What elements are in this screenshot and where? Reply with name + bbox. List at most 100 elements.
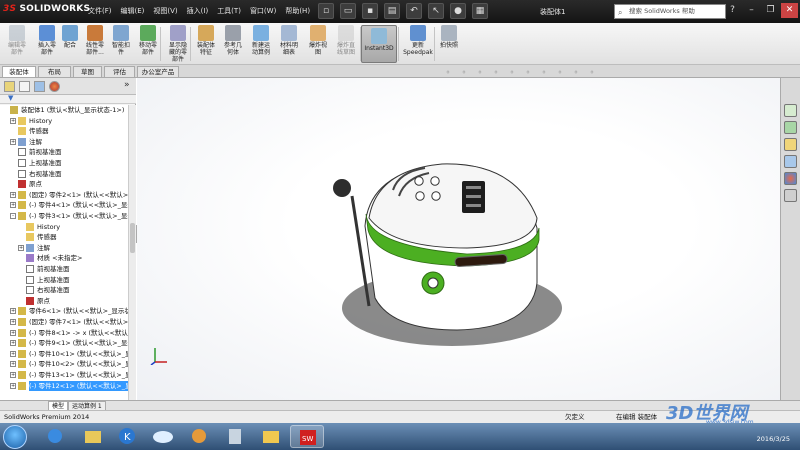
- tree-item[interactable]: + (固定) 零件7<1> (默认<<默认>_显示状态 1>): [0, 317, 128, 327]
- tree-item[interactable]: + (-) 零件12<1> (默认<<默认>_显示状态 1>): [0, 380, 128, 391]
- tree-expander-icon[interactable]: +: [10, 191, 16, 198]
- ribbon-button-12[interactable]: 爆炸直 线草图: [332, 25, 360, 56]
- menu-item-6[interactable]: 帮助(H): [285, 6, 310, 16]
- save-icon[interactable]: ▪: [362, 3, 378, 19]
- ribbon-button-9[interactable]: 新建运 动算例: [247, 25, 275, 56]
- command-tab-3[interactable]: 评估: [104, 66, 135, 77]
- tree-expander-icon[interactable]: +: [10, 350, 16, 357]
- rice-cooker-model[interactable]: [137, 78, 780, 400]
- minimize-button[interactable]: –: [743, 3, 760, 18]
- scrollbar-thumb[interactable]: [130, 223, 135, 253]
- tree-expander-icon[interactable]: -: [10, 213, 16, 219]
- taskbar-app-calculator-icon[interactable]: [218, 425, 252, 448]
- ribbon-button-11[interactable]: 爆炸视 图: [304, 25, 332, 56]
- solidworks-resources-icon[interactable]: [784, 104, 797, 117]
- display-style-icon[interactable]: ◦: [522, 68, 534, 78]
- tree-item[interactable]: 传感器: [0, 126, 128, 136]
- feature-manager-tab-icon[interactable]: [4, 81, 15, 92]
- tree-item[interactable]: + History: [0, 116, 128, 126]
- restore-button[interactable]: ❐: [762, 3, 779, 18]
- tree-item[interactable]: 前视基准面: [0, 264, 128, 274]
- tree-expander-icon[interactable]: +: [10, 202, 16, 209]
- ribbon-button-3[interactable]: 线性零 部件...: [82, 25, 108, 56]
- design-library-icon[interactable]: [784, 121, 797, 134]
- ribbon-button-0[interactable]: 编辑零 部件: [4, 25, 30, 56]
- menu-item-1[interactable]: 编辑(E): [121, 6, 145, 16]
- tree-item[interactable]: 前视基准面: [0, 147, 128, 157]
- tree-item[interactable]: + (固定) 零件2<1> (默认<<默认>_显示状态 1>): [0, 190, 128, 200]
- ribbon-button-4[interactable]: 智能扣 件: [108, 25, 134, 56]
- zoom-to-fit-icon[interactable]: ◦: [442, 68, 454, 78]
- tree-item[interactable]: 上视基准面: [0, 275, 128, 285]
- start-button[interactable]: [3, 425, 27, 449]
- new-document-icon[interactable]: ▫: [318, 3, 334, 19]
- undo-icon[interactable]: ↶: [406, 3, 422, 19]
- ribbon-button-14[interactable]: 更新 Speedpak: [401, 25, 435, 56]
- help-search-input[interactable]: ⌕ 搜索 SolidWorks 帮助: [614, 4, 726, 19]
- tree-expander-icon[interactable]: +: [10, 361, 16, 368]
- expand-panel-icon[interactable]: »: [124, 80, 130, 90]
- taskbar-app-ie-icon[interactable]: [38, 425, 72, 448]
- menu-item-3[interactable]: 插入(I): [187, 6, 209, 16]
- tree-expander-icon[interactable]: +: [18, 244, 24, 251]
- system-tray[interactable]: 2016/3/25: [757, 426, 790, 444]
- tree-expander-icon[interactable]: +: [10, 117, 16, 124]
- solidworks-logo[interactable]: 3S SOLIDWORKS: [3, 4, 90, 14]
- help-icon[interactable]: ?: [724, 3, 741, 18]
- custom-properties-icon[interactable]: [784, 189, 797, 202]
- tree-item[interactable]: + (-) 零件13<1> (默认<<默认>_显示状态 1>): [0, 370, 128, 380]
- ribbon-button-1[interactable]: 插入零 部件: [34, 25, 60, 56]
- configuration-manager-tab-icon[interactable]: [34, 81, 45, 92]
- file-explorer-icon[interactable]: [784, 138, 797, 151]
- tree-item[interactable]: 右视基准面: [0, 169, 128, 179]
- tree-item[interactable]: 传感器: [0, 232, 128, 242]
- menu-item-4[interactable]: 工具(T): [217, 6, 241, 16]
- ribbon-button-10[interactable]: 材料明 细表: [276, 25, 302, 56]
- taskbar-app-solidworks-icon[interactable]: SW: [290, 425, 324, 448]
- tree-item[interactable]: 右视基准面: [0, 285, 128, 295]
- taskbar-app-cloud-icon[interactable]: [146, 425, 180, 448]
- command-tab-1[interactable]: 布局: [38, 66, 71, 77]
- taskbar-app-paint-icon[interactable]: [182, 425, 216, 448]
- tree-item[interactable]: + (-) 零件9<1> (默认<<默认>_显示状态 1>): [0, 338, 128, 348]
- print-icon[interactable]: ▤: [384, 3, 400, 19]
- ribbon-button-5[interactable]: 移动零 部件: [135, 25, 161, 56]
- display-manager-tab-icon[interactable]: [49, 81, 60, 92]
- select-pointer-icon[interactable]: ↖: [428, 3, 444, 19]
- taskbar-app-folder-icon[interactable]: [254, 425, 288, 448]
- tree-item[interactable]: + 注解: [0, 137, 128, 147]
- taskbar-app-explorer-icon[interactable]: [76, 425, 110, 448]
- tree-item[interactable]: 装配体1 (默认<默认_显示状态-1>): [0, 105, 128, 115]
- ribbon-button-2[interactable]: 配合: [60, 25, 80, 49]
- tree-expander-icon[interactable]: +: [10, 340, 16, 347]
- ribbon-button-6[interactable]: 显示隐 藏的零 部件: [164, 25, 192, 63]
- hide-show-icon[interactable]: ◦: [538, 68, 550, 78]
- menu-item-2[interactable]: 视图(V): [153, 6, 177, 16]
- tree-expander-icon[interactable]: +: [10, 372, 16, 378]
- tree-item[interactable]: 原点: [0, 296, 128, 306]
- rebuild-icon[interactable]: ●: [450, 3, 466, 19]
- command-tab-4[interactable]: 办公室产品: [137, 66, 179, 77]
- apply-scene-icon[interactable]: ◦: [570, 68, 582, 78]
- zoom-area-icon[interactable]: ◦: [458, 68, 470, 78]
- view-orientation-icon[interactable]: ◦: [506, 68, 518, 78]
- menu-item-5[interactable]: 窗口(W): [250, 6, 276, 16]
- previous-view-icon[interactable]: ◦: [474, 68, 486, 78]
- tree-expander-icon[interactable]: +: [10, 329, 16, 336]
- tree-item[interactable]: - (-) 零件3<1> (默认<<默认>_显示状态 1>): [0, 211, 128, 221]
- command-tab-0[interactable]: 装配体: [2, 66, 36, 77]
- tree-item[interactable]: + (-) 零件4<1> (默认<<默认>_显示状态 1>): [0, 200, 128, 210]
- tree-item[interactable]: + 注解: [0, 243, 128, 253]
- tree-item[interactable]: 材质 <未指定>: [0, 253, 128, 263]
- filter-icon[interactable]: ▼: [8, 94, 13, 102]
- taskbar-app-k-icon[interactable]: K: [110, 425, 144, 448]
- section-view-icon[interactable]: ◦: [490, 68, 502, 78]
- tree-expander-icon[interactable]: +: [10, 308, 16, 315]
- command-tab-2[interactable]: 草图: [73, 66, 102, 77]
- tree-item[interactable]: 上视基准面: [0, 158, 128, 168]
- options-icon[interactable]: ▦: [472, 3, 488, 19]
- tree-item[interactable]: History: [0, 222, 128, 232]
- ribbon-button-8[interactable]: 参考几 何体: [220, 25, 246, 56]
- tree-item[interactable]: + 零件6<1> (默认<<默认>_显示状态 1>): [0, 306, 128, 316]
- tree-scrollbar[interactable]: [128, 105, 136, 400]
